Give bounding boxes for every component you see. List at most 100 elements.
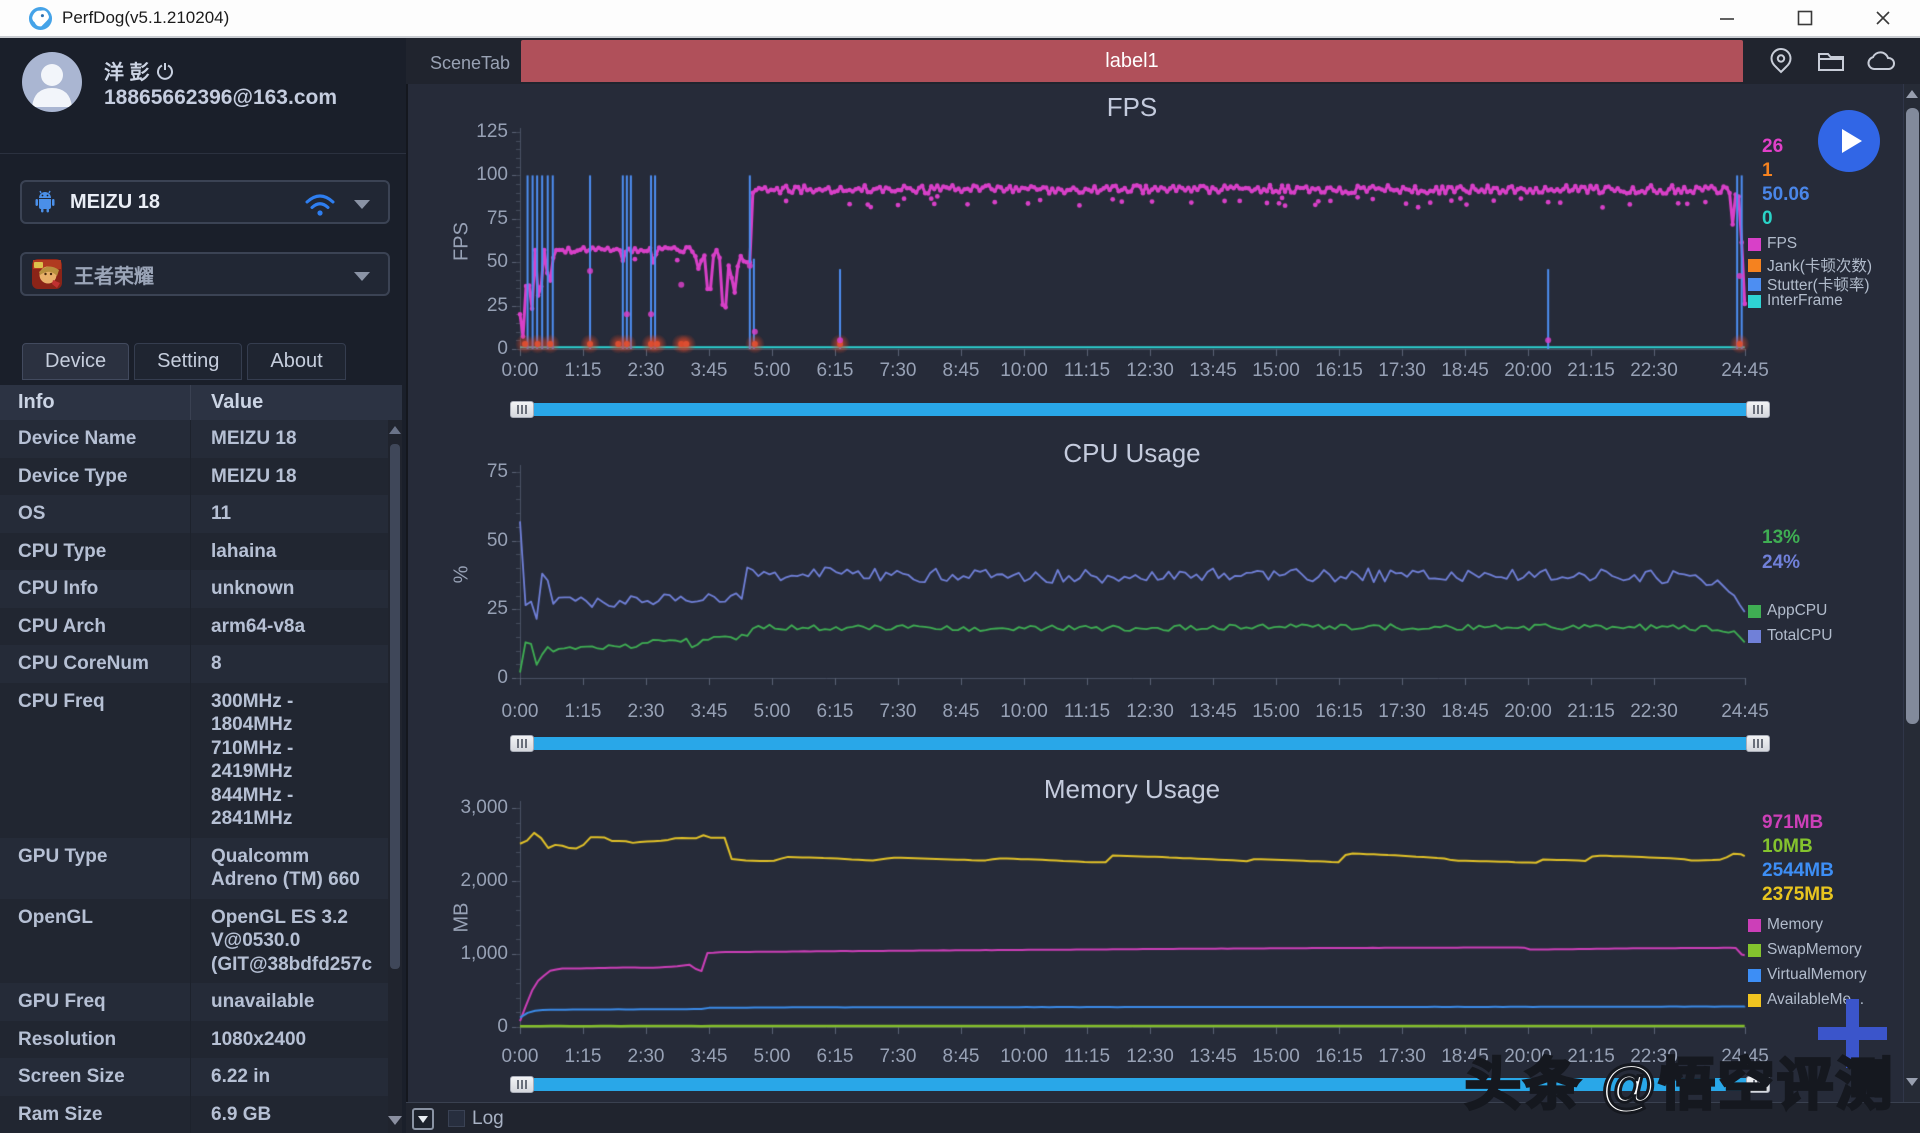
cloud-icon[interactable] [1866, 46, 1896, 76]
x-axis-label: 7:30 [880, 1046, 917, 1068]
table-scrollbar[interactable] [388, 420, 402, 1133]
legend-label: Memory [1767, 916, 1823, 934]
table-row: Device TypeMEIZU 18 [0, 458, 388, 496]
charts-panel: FPS CPU Usage Memory Usage FPS % MB 0:00… [406, 84, 1920, 1102]
legend-item[interactable]: TotalCPU [1748, 627, 1832, 645]
scrollbar-grip-left[interactable] [510, 1076, 534, 1093]
scrollbar-track[interactable] [534, 737, 1746, 750]
user-email: 18865662396@163.com [104, 86, 337, 110]
scene-tab-active[interactable]: label1 [521, 40, 1743, 82]
scene-bar: SceneTab label1 [406, 38, 1920, 84]
legend-item[interactable]: VirtualMemory [1748, 966, 1867, 984]
x-axis-label: 10:00 [1000, 701, 1048, 723]
log-checkbox[interactable] [448, 1110, 465, 1127]
minimize-button[interactable] [1704, 0, 1750, 36]
x-axis-label: 13:45 [1189, 701, 1237, 723]
x-axis-label: 2:30 [628, 701, 665, 723]
tab-setting[interactable]: Setting [134, 343, 242, 380]
app-select[interactable]: 王者荣耀 [20, 252, 390, 296]
chevron-down-icon [354, 272, 370, 281]
legend-item[interactable]: AppCPU [1748, 602, 1827, 620]
x-axis-label: 21:15 [1567, 701, 1615, 723]
x-axis-label: 2:30 [628, 360, 665, 382]
x-axis-label: 5:00 [754, 360, 791, 382]
info-table-header: Info Value [0, 385, 402, 420]
collapse-dropdown[interactable] [412, 1108, 434, 1130]
scrollbar-thumb[interactable] [390, 444, 400, 969]
x-axis-label: 10:00 [1000, 1046, 1048, 1068]
game-app-icon [32, 259, 62, 289]
x-axis-label: 12:30 [1126, 701, 1174, 723]
scroll-down-icon[interactable] [388, 1116, 402, 1125]
x-axis-label: 6:15 [817, 701, 854, 723]
current-value: 2375MB [1762, 884, 1834, 906]
play-button[interactable] [1818, 110, 1880, 172]
scrollbar-grip-right[interactable] [1746, 401, 1770, 418]
chart-h-scrollbar[interactable] [408, 735, 1808, 752]
legend-item[interactable]: FPS [1748, 235, 1797, 253]
main-panel: SceneTab label1 FPS CPU Usage Memory Usa… [406, 38, 1920, 1133]
y-axis-tick: 0 [444, 667, 508, 689]
legend-item[interactable]: SwapMemory [1748, 941, 1862, 959]
y-axis-tick: 0 [444, 338, 508, 360]
location-icon[interactable] [1766, 46, 1796, 76]
table-row: CPU CoreNum8 [0, 645, 388, 683]
y-axis-tick: 75 [444, 461, 508, 483]
watermark: 头条 @悟空评测 [1465, 1040, 1895, 1121]
close-button[interactable] [1860, 0, 1906, 36]
scrollbar-grip-left[interactable] [510, 401, 534, 418]
current-value: 24% [1762, 552, 1800, 574]
device-select[interactable]: MEIZU 18 [20, 180, 390, 224]
sidebar: 洋 彭 18865662396@163.com MEIZU 18 [0, 38, 406, 1133]
x-axis-label: 8:45 [943, 360, 980, 382]
y-axis-tick: 3,000 [444, 797, 508, 819]
table-row: CPU Infounknown [0, 570, 388, 608]
x-axis-label: 17:30 [1378, 1046, 1426, 1068]
scrollbar-thumb[interactable] [1906, 108, 1919, 724]
x-axis-label: 0:00 [502, 360, 539, 382]
android-icon [32, 189, 58, 215]
table-row: Ram Size6.9 GB [0, 1096, 388, 1133]
tab-device[interactable]: Device [22, 343, 129, 380]
scroll-down-icon[interactable] [1906, 1078, 1918, 1086]
legend-item[interactable]: InterFrame [1748, 292, 1843, 310]
legend-swatch [1748, 919, 1761, 932]
tab-about[interactable]: About [247, 343, 345, 380]
x-axis-label: 5:00 [754, 1046, 791, 1068]
legend-label: InterFrame [1767, 292, 1843, 310]
x-axis-label: 0:00 [502, 701, 539, 723]
y-axis-tick: 2,000 [444, 870, 508, 892]
legend-swatch [1748, 238, 1761, 251]
table-row: GPU Frequnavailable [0, 983, 388, 1021]
charts-canvas [408, 84, 1920, 1102]
avatar[interactable] [22, 52, 82, 112]
x-axis-label: 7:30 [880, 360, 917, 382]
scrollbar-grip-left[interactable] [510, 735, 534, 752]
scroll-up-icon[interactable] [1906, 90, 1918, 98]
table-row: CPU Typelahaina [0, 533, 388, 571]
chart-title-memory: Memory Usage [1044, 774, 1220, 805]
x-axis-label: 15:00 [1252, 701, 1300, 723]
x-axis-label: 16:15 [1315, 701, 1363, 723]
x-axis-label: 15:00 [1252, 1046, 1300, 1068]
x-axis-label: 8:45 [943, 1046, 980, 1068]
x-axis-label: 12:30 [1126, 1046, 1174, 1068]
legend-item[interactable]: Memory [1748, 916, 1823, 934]
x-axis-label: 20:00 [1504, 360, 1552, 382]
legend-swatch [1748, 259, 1761, 272]
table-row: Device NameMEIZU 18 [0, 420, 388, 458]
wifi-icon [302, 190, 338, 218]
titlebar: PerfDog(v5.1.210204) [0, 0, 1920, 38]
scrollbar-track[interactable] [534, 403, 1746, 416]
scroll-up-icon[interactable] [389, 426, 401, 434]
y-axis-tick: 100 [444, 164, 508, 186]
chart-h-scrollbar[interactable] [408, 401, 1808, 418]
maximize-button[interactable] [1782, 0, 1828, 36]
legend-swatch [1748, 994, 1761, 1007]
x-axis-label: 1:15 [565, 1046, 602, 1068]
folder-icon[interactable] [1816, 46, 1846, 76]
scrollbar-grip-right[interactable] [1746, 735, 1770, 752]
vertical-scrollbar[interactable] [1903, 84, 1920, 1102]
current-value: 2544MB [1762, 860, 1834, 882]
power-icon[interactable] [156, 62, 174, 80]
